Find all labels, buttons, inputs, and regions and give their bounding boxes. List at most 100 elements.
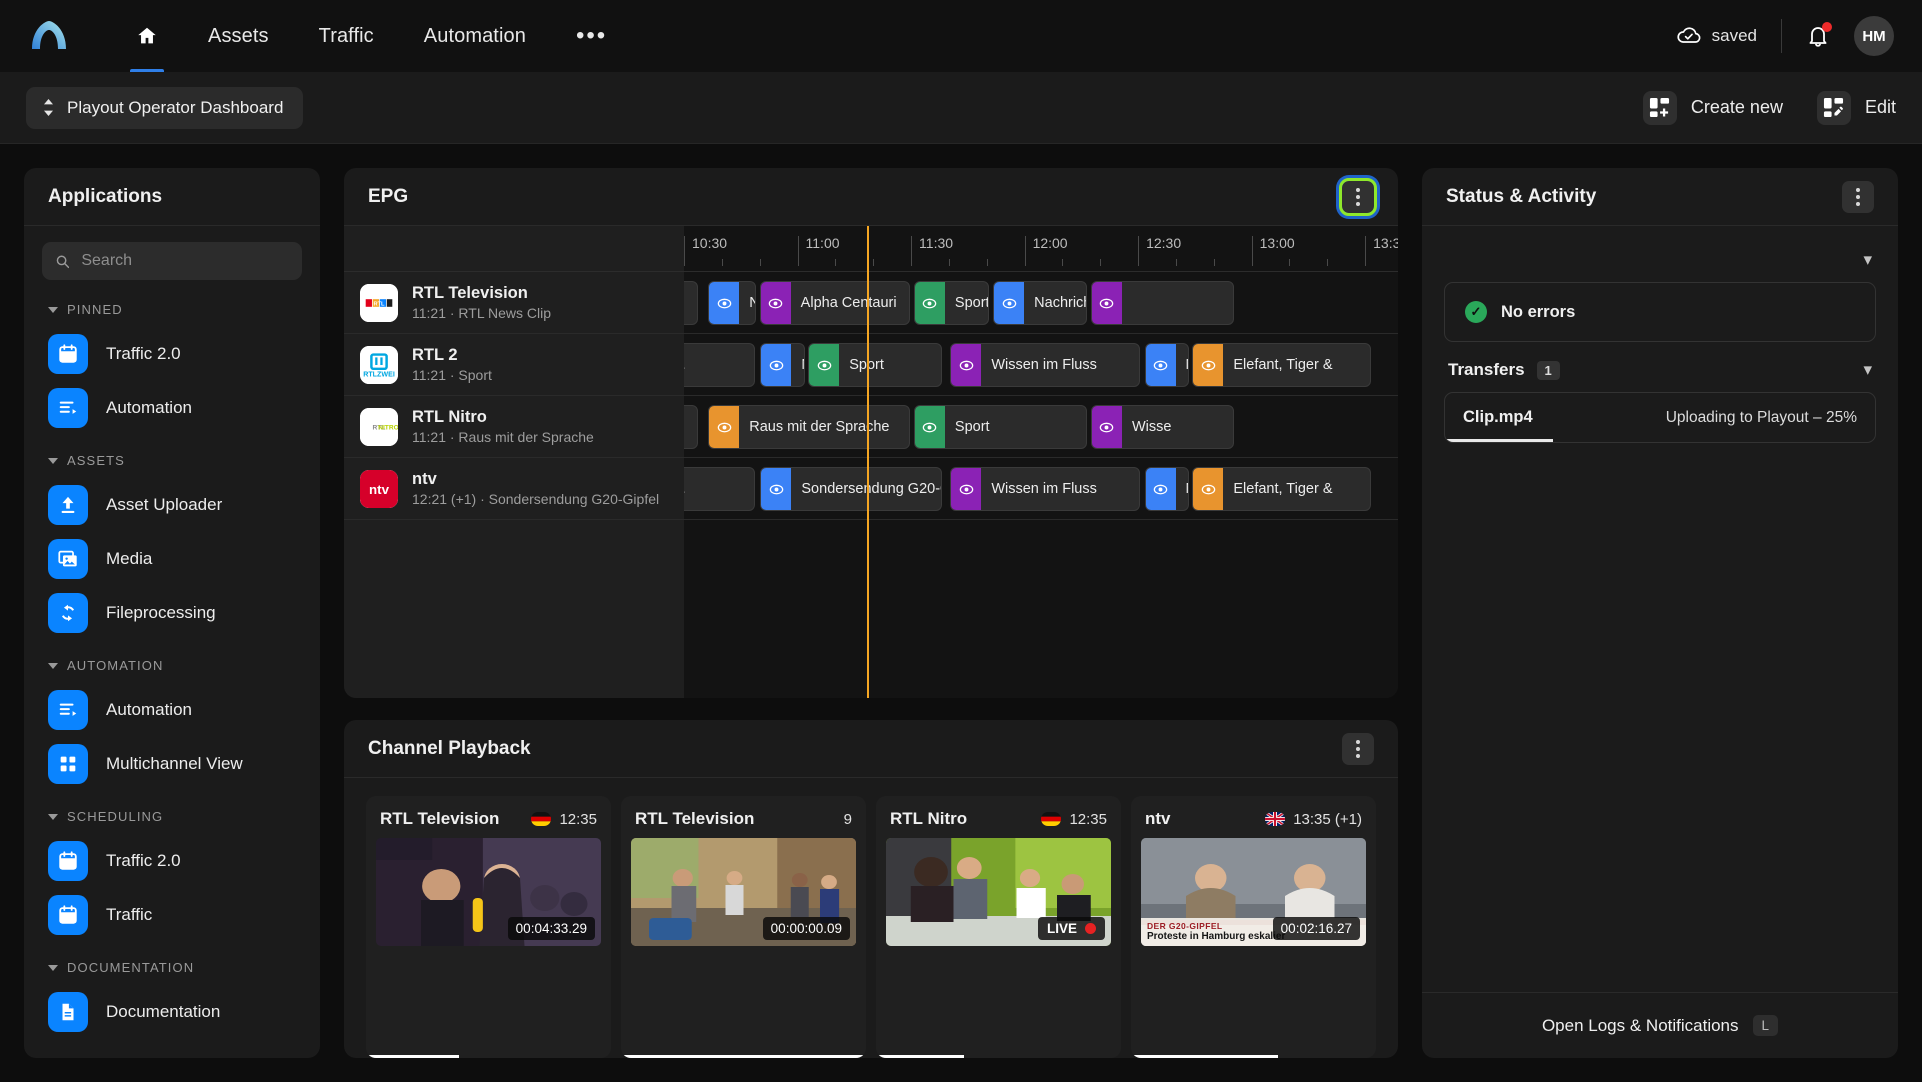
flag-de-icon [531, 812, 552, 826]
sidebar-item-fileprocessing[interactable]: Fileprocessing [42, 586, 302, 640]
epg-channel-row[interactable]: RTLZWEI RTL 2 11:21 · Sport [344, 334, 684, 396]
epg-program-block[interactable]: Wissen im Fluss [950, 467, 1140, 511]
sidebar-item-traffic[interactable]: Traffic [42, 888, 302, 942]
sidebar-item-automation[interactable]: Automation [42, 381, 302, 435]
epg-program-block[interactable]: Nac [760, 343, 805, 387]
caret-down-icon [48, 813, 58, 820]
epg-channel-row[interactable]: RTL NITRO RTL Nitro 11:21 · Raus mit der… [344, 396, 684, 458]
sidebar-group-pinned[interactable]: PINNED [48, 302, 302, 317]
sidebar-item-automation[interactable]: Automation [42, 683, 302, 737]
epg-program-title: Alpha Centauri [800, 295, 897, 311]
channel-logo-icon: ntv [360, 469, 398, 508]
sidebar-group-documentation[interactable]: DOCUMENTATION [48, 960, 302, 975]
epg-program-block[interactable]: fant, Tiger & Co. [684, 467, 756, 511]
epg-program-block[interactable]: Sondersendung G20-Gipfel [760, 467, 943, 511]
sidebar-group-automation[interactable]: AUTOMATION [48, 658, 302, 673]
avatar[interactable]: HM [1854, 16, 1894, 56]
channel-playback-thumbnail[interactable]: LIVE [886, 838, 1111, 946]
epg-program-eye-icon [1145, 468, 1176, 510]
channel-playback-tile-time: 13:35 (+1) [1293, 810, 1362, 828]
epg-channel-row[interactable]: RTL RTL Television 11:21 · RTL News Clip [344, 272, 684, 334]
nav-item-home[interactable] [114, 0, 180, 72]
applications-body: PINNED Traffic 2.0 Automation ASSETS Ass… [24, 226, 320, 1058]
chevron-down-icon[interactable]: ▾ [1863, 250, 1872, 270]
channel-playback-kebab-menu-icon[interactable] [1342, 732, 1374, 765]
channel-playback-tile[interactable]: RTL Nitro 12:35 LIVE [876, 796, 1121, 1058]
channel-playback-tile[interactable]: ntv 13:35 (+1) DER G20-GIPFEL Proteste i… [1131, 796, 1376, 1058]
epg-program-block[interactable]: Nachrichten [993, 281, 1087, 325]
nav-item-assets[interactable]: Assets [186, 0, 291, 72]
search-box[interactable] [42, 242, 302, 280]
epg-program-block[interactable]: o. [684, 281, 699, 325]
sidebar-group-assets[interactable]: ASSETS [48, 453, 302, 468]
transfer-row[interactable]: Clip.mp4 Uploading to Playout – 25% [1444, 392, 1876, 443]
epg-program-block[interactable]: fant, Tiger & Co. [684, 343, 756, 387]
epg-channel-current: 11:21 · Sport [412, 366, 492, 383]
channel-playback-tile-time: 12:35 [559, 810, 597, 828]
epg-program-block[interactable]: Nac [1144, 343, 1189, 387]
notifications-button[interactable] [1806, 22, 1832, 49]
epg-program-block[interactable]: Nac [708, 281, 757, 325]
brand-logo-icon[interactable] [28, 15, 70, 57]
epg-ruler-tick [1175, 259, 1177, 266]
transfers-section-header[interactable]: Transfers 1 ▾ [1444, 342, 1876, 392]
epg-channel-row[interactable]: ntv ntv 12:21 (+1) · Sondersendung G20-G… [344, 458, 684, 520]
edit-button[interactable]: Edit [1816, 90, 1896, 125]
epg-program-block[interactable]: Nac [1144, 467, 1189, 511]
channel-playback-tile[interactable]: RTL Television 9 00:00:00.09 [621, 796, 866, 1058]
channel-playback-thumbnail[interactable]: 00:00:00.09 [631, 838, 856, 946]
chevron-down-icon[interactable]: ▾ [1863, 360, 1872, 380]
sidebar-group-label: ASSETS [67, 453, 125, 468]
epg-program-title: fant, Tiger & Co. [684, 357, 696, 373]
sidebar-item-asset-uploader[interactable]: Asset Uploader [42, 478, 302, 532]
status-activity-kebab-menu-icon[interactable] [1842, 180, 1874, 213]
epg-program-block[interactable]: Alpha Centauri [759, 281, 910, 325]
search-input[interactable] [81, 252, 288, 270]
epg-program-block[interactable]: Wissen im Fluss [950, 343, 1140, 387]
nav-item-automation[interactable]: Automation [402, 0, 548, 72]
sidebar-item-documentation[interactable]: Documentation [42, 985, 302, 1039]
epg-timeline[interactable]: 10:30 11:00 11:30 12:00 12:30 13:00 13:3 o. Nac… [684, 226, 1398, 698]
create-new-button[interactable]: Create new [1642, 90, 1783, 125]
epg-kebab-menu-icon[interactable] [1339, 177, 1377, 216]
transfers-count-badge: 1 [1536, 360, 1560, 380]
epg-body: RTL RTL Television 11:21 · RTL News Clip… [344, 226, 1398, 698]
channel-playback-tile[interactable]: RTL Television 12:35 00:04:33.29 [366, 796, 611, 1058]
epg-program-block[interactable]: Sport [808, 343, 943, 387]
epg-program-block[interactable]: o. [684, 405, 699, 449]
sidebar-item-traffic-2-0[interactable]: Traffic 2.0 [42, 327, 302, 381]
epg-program-block[interactable]: Wisse [1090, 405, 1234, 449]
channel-playback-tile-name: RTL Television [635, 809, 755, 828]
grid-icon [48, 744, 88, 784]
sidebar-item-multichannel-view[interactable]: Multichannel View [42, 737, 302, 791]
search-icon [56, 255, 70, 268]
epg-program-title: Nac [791, 357, 803, 373]
epg-channel-current: 12:21 (+1) · Sondersendung G20-Gipfel [412, 490, 660, 507]
sidebar-item-traffic-2-0[interactable]: Traffic 2.0 [42, 834, 302, 888]
open-logs-label: Open Logs & Notifications [1541, 1015, 1739, 1035]
epg-ruler-tick [1213, 259, 1215, 266]
epg-program-title: Nac [1176, 481, 1188, 497]
epg-program-block[interactable]: Elefant, Tiger & [1192, 467, 1371, 511]
nav-item-more[interactable]: ••• [554, 0, 629, 72]
sidebar-item-media[interactable]: Media [42, 532, 302, 586]
epg-program-block[interactable]: Elefant, Tiger & [1192, 343, 1371, 387]
dashboard-selector[interactable]: Playout Operator Dashboard [26, 86, 304, 129]
epg-program-block[interactable]: Raus mit der Sprache [708, 405, 910, 449]
epg-program-block[interactable]: Sport [913, 405, 1087, 449]
upload-icon [48, 485, 88, 525]
channel-logo-icon: RTL NITRO [360, 407, 398, 446]
errors-section-header[interactable]: ▾ [1444, 232, 1876, 282]
sidebar-group-scheduling[interactable]: SCHEDULING [48, 809, 302, 824]
nav-item-traffic[interactable]: Traffic [297, 0, 396, 72]
channel-playback-thumbnail[interactable]: 00:04:33.29 [376, 838, 601, 946]
channel-playback-thumbnail[interactable]: DER G20-GIPFEL Proteste in Hamburg eskal… [1141, 838, 1366, 946]
epg-program-block[interactable] [1090, 281, 1234, 325]
epg-program-block[interactable]: Sport [913, 281, 989, 325]
epg-program-title: Wissen im Fluss [991, 357, 1097, 373]
open-logs-button[interactable]: Open Logs & Notifications L [1422, 992, 1898, 1058]
create-new-label: Create new [1690, 97, 1783, 117]
refresh-icon [48, 593, 88, 633]
channel-logo-icon: RTLZWEI [360, 345, 398, 384]
epg-program-eye-icon [1091, 282, 1122, 324]
